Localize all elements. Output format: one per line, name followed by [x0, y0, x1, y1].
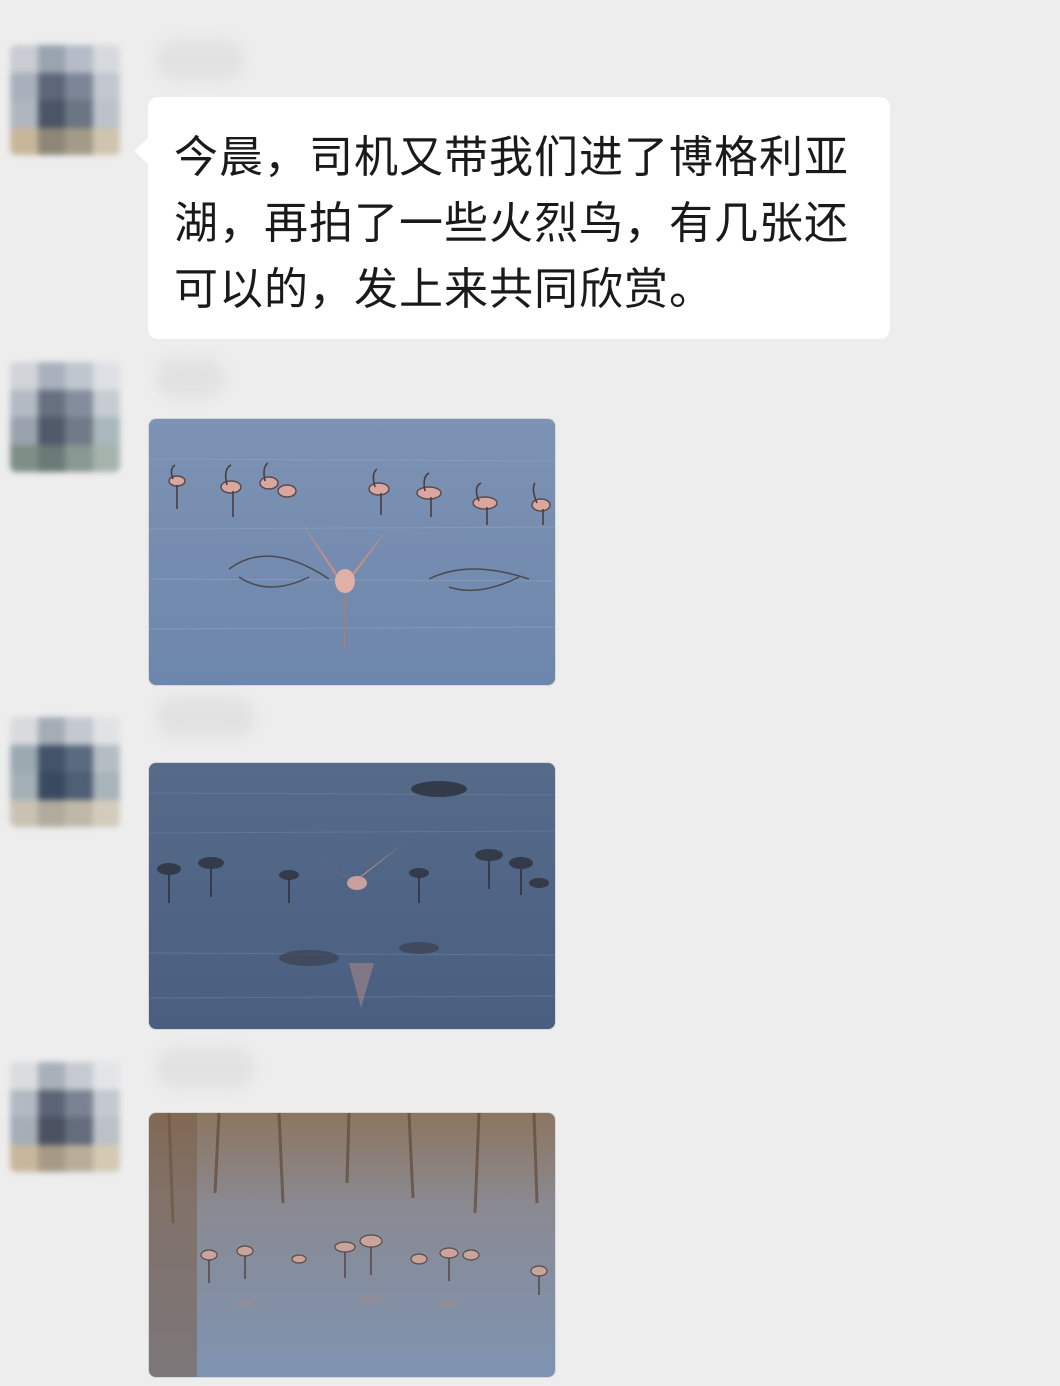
sender-name [155, 358, 225, 398]
flamingo-photo[interactable] [148, 762, 556, 1030]
message-text: 今晨，司机又带我们进了博格利亚湖，再拍了一些火烈鸟，有几张还可以的，发上来共同欣… [174, 132, 849, 315]
avatar[interactable] [10, 362, 120, 472]
message-bubble[interactable]: 今晨，司机又带我们进了博格利亚湖，再拍了一些火烈鸟，有几张还可以的，发上来共同欣… [134, 97, 890, 339]
sender-name [155, 40, 245, 80]
flamingo-photo[interactable] [148, 1112, 556, 1378]
sender-name [155, 697, 255, 737]
flamingo-photo[interactable] [148, 418, 556, 686]
flamingo-photo-image [149, 1113, 555, 1377]
avatar[interactable] [10, 717, 120, 827]
sender-name [155, 1048, 255, 1088]
chat-message-image [0, 1040, 1060, 1386]
flamingo-photo-image [149, 763, 555, 1029]
avatar[interactable] [10, 45, 120, 155]
flamingo-photo-image [149, 419, 555, 685]
chat-message-image [0, 695, 1060, 1040]
chat-message-text: 今晨，司机又带我们进了博格利亚湖，再拍了一些火烈鸟，有几张还可以的，发上来共同欣… [0, 0, 1060, 345]
avatar[interactable] [10, 1062, 120, 1172]
chat-message-image [0, 350, 1060, 690]
